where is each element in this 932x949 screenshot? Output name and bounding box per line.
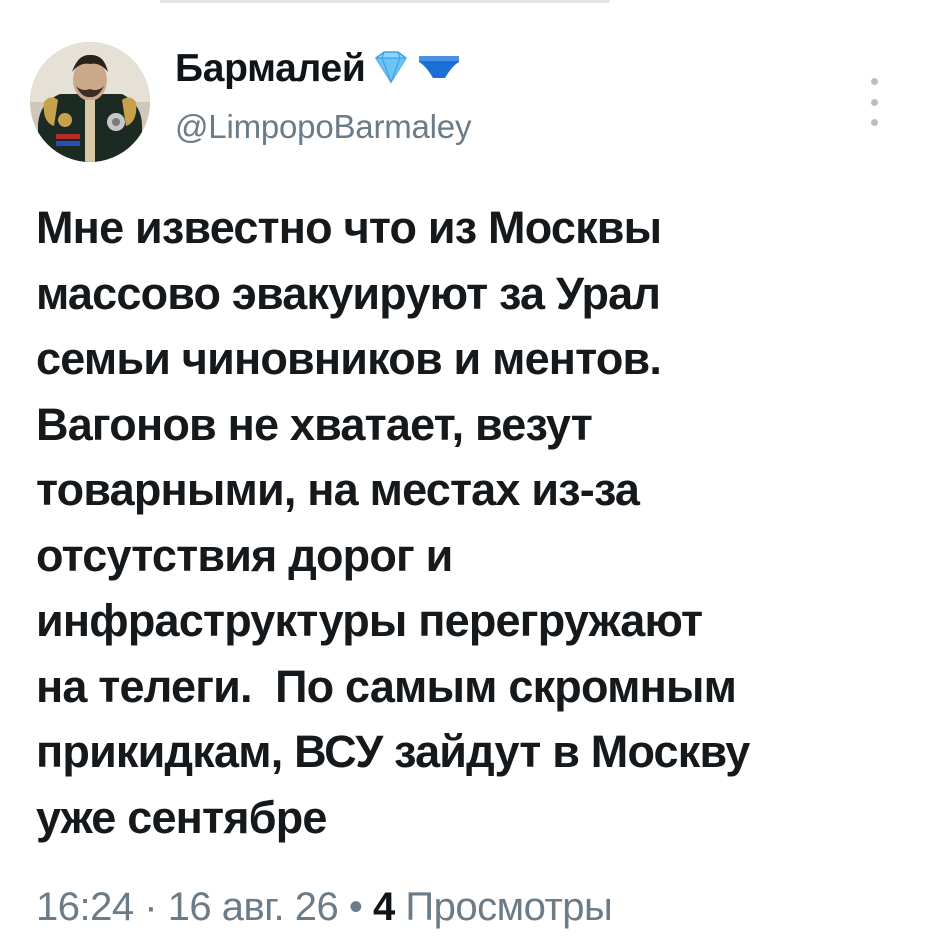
meta-separator: • (348, 885, 363, 929)
user-handle[interactable]: @LimpopoBarmaley (175, 108, 471, 146)
more-dot-icon (870, 98, 878, 106)
top-divider (160, 0, 610, 3)
tweet-text: Мне известно что из Москвы массово эваку… (36, 202, 750, 843)
more-dot-icon (870, 119, 878, 126)
views-label: Просмотры (405, 885, 613, 929)
display-name-row: Бармалей (175, 44, 471, 94)
tweet-card: Бармалей @LimpopoBarmaley Мне известно ч… (0, 0, 932, 949)
more-options-button[interactable] (862, 78, 886, 126)
more-dot-icon (870, 78, 878, 85)
avatar-portrait-icon (30, 42, 150, 162)
tweet-date[interactable]: 16 авг. 26 (168, 885, 339, 929)
display-name[interactable]: Бармалей (175, 47, 366, 91)
meta-separator: · (144, 885, 158, 929)
tweet-time[interactable]: 16:24 (36, 885, 134, 929)
avatar[interactable] (30, 42, 150, 162)
author-block: Бармалей @LimpopoBarmaley (175, 44, 471, 146)
tweet-meta: 16:24 · 16 авг. 26 • 4 Просмотры (36, 885, 613, 930)
views-count: 4 (372, 885, 395, 929)
diamond-icon (370, 50, 412, 89)
underwear-icon (416, 52, 462, 87)
